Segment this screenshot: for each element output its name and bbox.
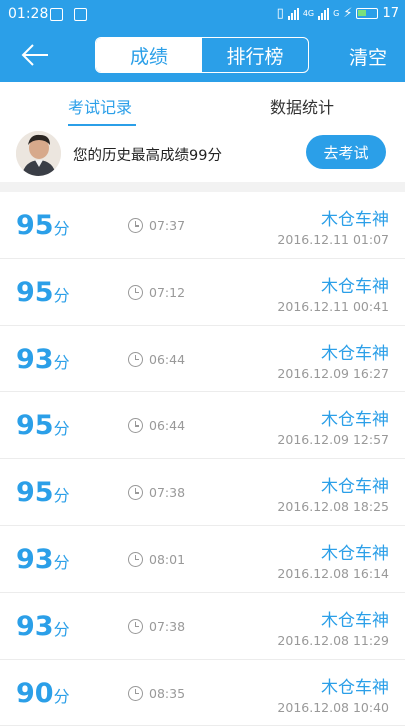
record-date: 2016.12.11 00:41 (277, 298, 389, 314)
score: 93分 (16, 611, 70, 642)
list-item[interactable]: 93分 07:38 木仓车神 2016.12.08 11:29 (0, 592, 405, 660)
score-unit: 分 (53, 619, 70, 639)
clock-icon (128, 284, 143, 300)
clock-icon (128, 351, 143, 367)
record-date: 2016.12.09 12:57 (277, 432, 389, 448)
avatar (16, 131, 61, 176)
list-item[interactable]: 95分 07:37 木仓车神 2016.12.11 01:07 (0, 192, 405, 259)
record-list: 95分 07:37 木仓车神 2016.12.11 01:07 95分 07:1… (0, 192, 405, 726)
duration: 08:01 (149, 551, 186, 567)
tab-bar: 考试记录 数据统计 (0, 82, 405, 128)
score: 95分 (16, 410, 70, 441)
user-name: 木仓车神 (321, 677, 389, 698)
app-bar: 成绩 排行榜 清空 (0, 30, 405, 82)
tab-statistics[interactable]: 数据统计 (270, 94, 334, 118)
duration: 07:12 (149, 284, 186, 300)
section-divider (0, 182, 405, 192)
battery-level: 17 (382, 6, 399, 21)
duration: 07:38 (149, 485, 186, 501)
tab-exam-records[interactable]: 考试记录 (68, 94, 132, 118)
score: 90分 (16, 678, 70, 709)
score-value: 95 (16, 477, 54, 509)
sim2-network-type: G (333, 9, 340, 18)
clock-icon (128, 218, 143, 233)
list-item[interactable]: 95分 07:12 木仓车神 2016.12.11 00:41 (0, 258, 405, 326)
image-icon (74, 8, 87, 21)
duration: 06:44 (149, 418, 186, 434)
list-item[interactable]: 93分 06:44 木仓车神 2016.12.09 16:27 (0, 325, 405, 393)
score-value: 95 (16, 276, 54, 308)
score-value: 95 (16, 210, 54, 241)
record-date: 2016.12.08 16:14 (277, 565, 389, 581)
best-score-text: 您的历史最高成绩99分 (73, 148, 222, 164)
tab-indicator (68, 124, 136, 126)
duration: 07:37 (149, 218, 186, 233)
user-name: 木仓车神 (321, 610, 389, 631)
signal-2-icon (318, 7, 330, 20)
clear-button[interactable]: 清空 (349, 43, 387, 70)
clock-icon (128, 418, 143, 434)
user-name: 木仓车神 (321, 410, 389, 431)
list-item[interactable]: 95分 07:38 木仓车神 2016.12.08 18:25 (0, 459, 405, 526)
score-unit: 分 (53, 686, 70, 706)
duration: 08:35 (149, 685, 186, 701)
back-arrow-icon[interactable] (18, 40, 52, 70)
status-bar: 01:28 ▯ 4G G ⚡ 17 (0, 0, 405, 30)
record-date: 2016.12.08 18:25 (277, 499, 389, 515)
score-unit: 分 (53, 219, 70, 238)
battery-icon (356, 8, 379, 19)
record-date: 2016.12.08 11:29 (277, 632, 389, 648)
score-value: 93 (16, 610, 54, 642)
network-type: 4G (302, 9, 315, 18)
best-score-panel: 您的历史最高成绩99分 去考试 (0, 128, 405, 182)
list-item[interactable]: 95分 06:44 木仓车神 2016.12.09 12:57 (0, 392, 405, 460)
charging-icon: ⚡ (343, 6, 353, 21)
clock-icon (128, 485, 143, 501)
list-item[interactable]: 90分 08:35 木仓车神 2016.12.08 10:40 (0, 659, 405, 726)
score-unit: 分 (53, 352, 70, 372)
score: 93分 (16, 344, 70, 375)
status-right: ▯ 4G G ⚡ 17 (277, 6, 399, 21)
score-value: 95 (16, 410, 54, 442)
score: 95分 (16, 277, 70, 308)
score-value: 90 (16, 677, 54, 709)
record-date: 2016.12.08 10:40 (277, 699, 389, 715)
vibrate-icon: ▯ (276, 6, 284, 21)
score: 93分 (16, 544, 70, 575)
score-value: 93 (16, 343, 54, 375)
clock-icon (128, 685, 143, 701)
notification-icon (50, 8, 63, 21)
score-value: 93 (16, 543, 54, 575)
clock-icon (128, 618, 143, 634)
signal-1-icon (287, 7, 299, 20)
list-item[interactable]: 93分 08:01 木仓车神 2016.12.08 16:14 (0, 525, 405, 593)
record-date: 2016.12.11 01:07 (277, 232, 389, 247)
score-unit: 分 (53, 285, 70, 305)
segment-control: 成绩 排行榜 (95, 37, 309, 73)
take-exam-button[interactable]: 去考试 (306, 135, 386, 169)
clock-icon (128, 551, 143, 567)
score: 95分 (16, 477, 70, 508)
segment-scores[interactable]: 成绩 (96, 38, 202, 72)
score-unit: 分 (53, 552, 70, 572)
duration: 07:38 (149, 618, 186, 634)
user-name: 木仓车神 (321, 276, 389, 297)
duration: 06:44 (149, 351, 186, 367)
user-name: 木仓车神 (321, 343, 389, 364)
score: 95分 (16, 210, 70, 241)
score-unit: 分 (53, 486, 70, 506)
user-name: 木仓车神 (321, 543, 389, 564)
user-name: 木仓车神 (321, 477, 389, 498)
segment-leaderboard[interactable]: 排行榜 (202, 38, 308, 72)
status-time: 01:28 (8, 6, 49, 22)
user-name: 木仓车神 (321, 210, 389, 230)
score-unit: 分 (53, 419, 70, 439)
record-date: 2016.12.09 16:27 (277, 365, 389, 381)
